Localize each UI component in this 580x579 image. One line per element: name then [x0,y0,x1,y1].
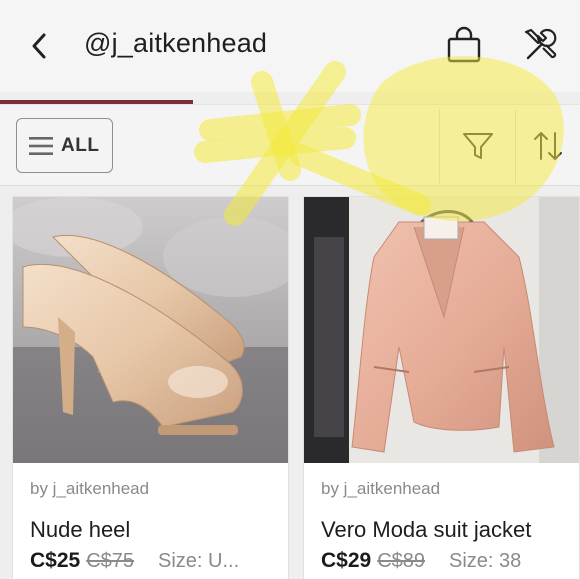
tools-button[interactable] [522,26,560,64]
menu-icon [29,136,53,155]
filter-icon [463,133,493,159]
listing-title[interactable]: Vero Moda suit jacket [321,517,531,543]
price-line: C$29 C$89 Size: 38 [321,549,521,573]
page-title: @j_aitkenhead [84,28,268,58]
seller-name[interactable]: by j_aitkenhead [30,479,149,499]
divider [439,109,440,183]
original-price: C$89 [377,550,426,572]
sort-icon [534,132,562,160]
listing-photo-heels[interactable] [13,197,288,463]
closet-screen: @j_aitkenhead ALL by j_aitkenhead Nude h… [0,0,580,579]
filter-button[interactable] [461,129,495,163]
original-price: C$75 [86,550,135,572]
sort-button[interactable] [532,129,564,163]
top-bar: @j_aitkenhead [0,0,580,92]
listing-price: C$29 [321,549,372,572]
all-label: ALL [61,134,100,156]
back-button[interactable] [24,30,54,62]
listing-size: Size: 38 [449,550,522,572]
filter-bar: ALL [0,104,580,186]
tools-icon [524,28,557,60]
shopping-bag-button[interactable] [446,26,482,64]
all-categories-button[interactable]: ALL [16,118,113,173]
listing-title[interactable]: Nude heel [30,517,130,543]
divider [515,109,516,183]
heels-photo-image [13,197,288,463]
listing-photo-jacket[interactable] [304,197,579,463]
jacket-photo-image [304,197,579,463]
listing-price: C$25 [30,549,81,572]
seller-name[interactable]: by j_aitkenhead [321,479,440,499]
chevron-left-icon [32,33,46,59]
listing-card[interactable]: by j_aitkenhead Nude heel C$25 C$75 Size… [12,196,289,579]
price-line: C$25 C$75 Size: U... [30,549,239,573]
shopping-bag-icon [447,26,481,63]
listing-card[interactable]: by j_aitkenhead Vero Moda suit jacket C$… [303,196,580,579]
listing-size: Size: U... [158,550,240,572]
